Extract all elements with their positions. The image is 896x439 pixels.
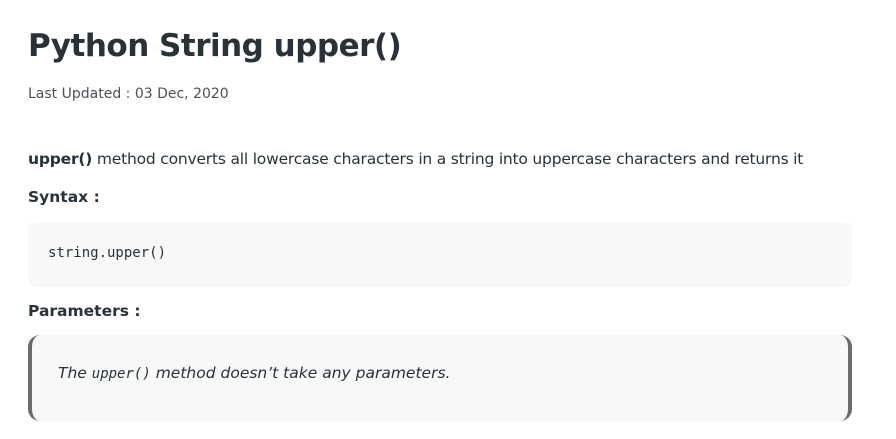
page-title: Python String upper()	[28, 28, 402, 64]
syntax-code: string.upper()	[48, 245, 167, 261]
intro-paragraph: upper() method converts all lowercase ch…	[28, 150, 803, 168]
note-suffix: method doesn’t take any parameters.	[150, 364, 451, 382]
note-inline-code: upper()	[91, 366, 151, 382]
note-prefix: The	[58, 364, 92, 382]
intro-method-name: upper()	[28, 150, 93, 168]
parameters-note-text: The upper() method doesn’t take any para…	[58, 364, 450, 382]
syntax-heading: Syntax :	[28, 188, 100, 206]
syntax-code-block: string.upper()	[28, 222, 852, 287]
intro-description: method converts all lowercase characters…	[92, 150, 804, 168]
parameters-heading: Parameters :	[28, 302, 141, 320]
parameters-note: The upper() method doesn’t take any para…	[28, 335, 852, 421]
last-updated-date: Last Updated : 03 Dec, 2020	[28, 86, 229, 102]
